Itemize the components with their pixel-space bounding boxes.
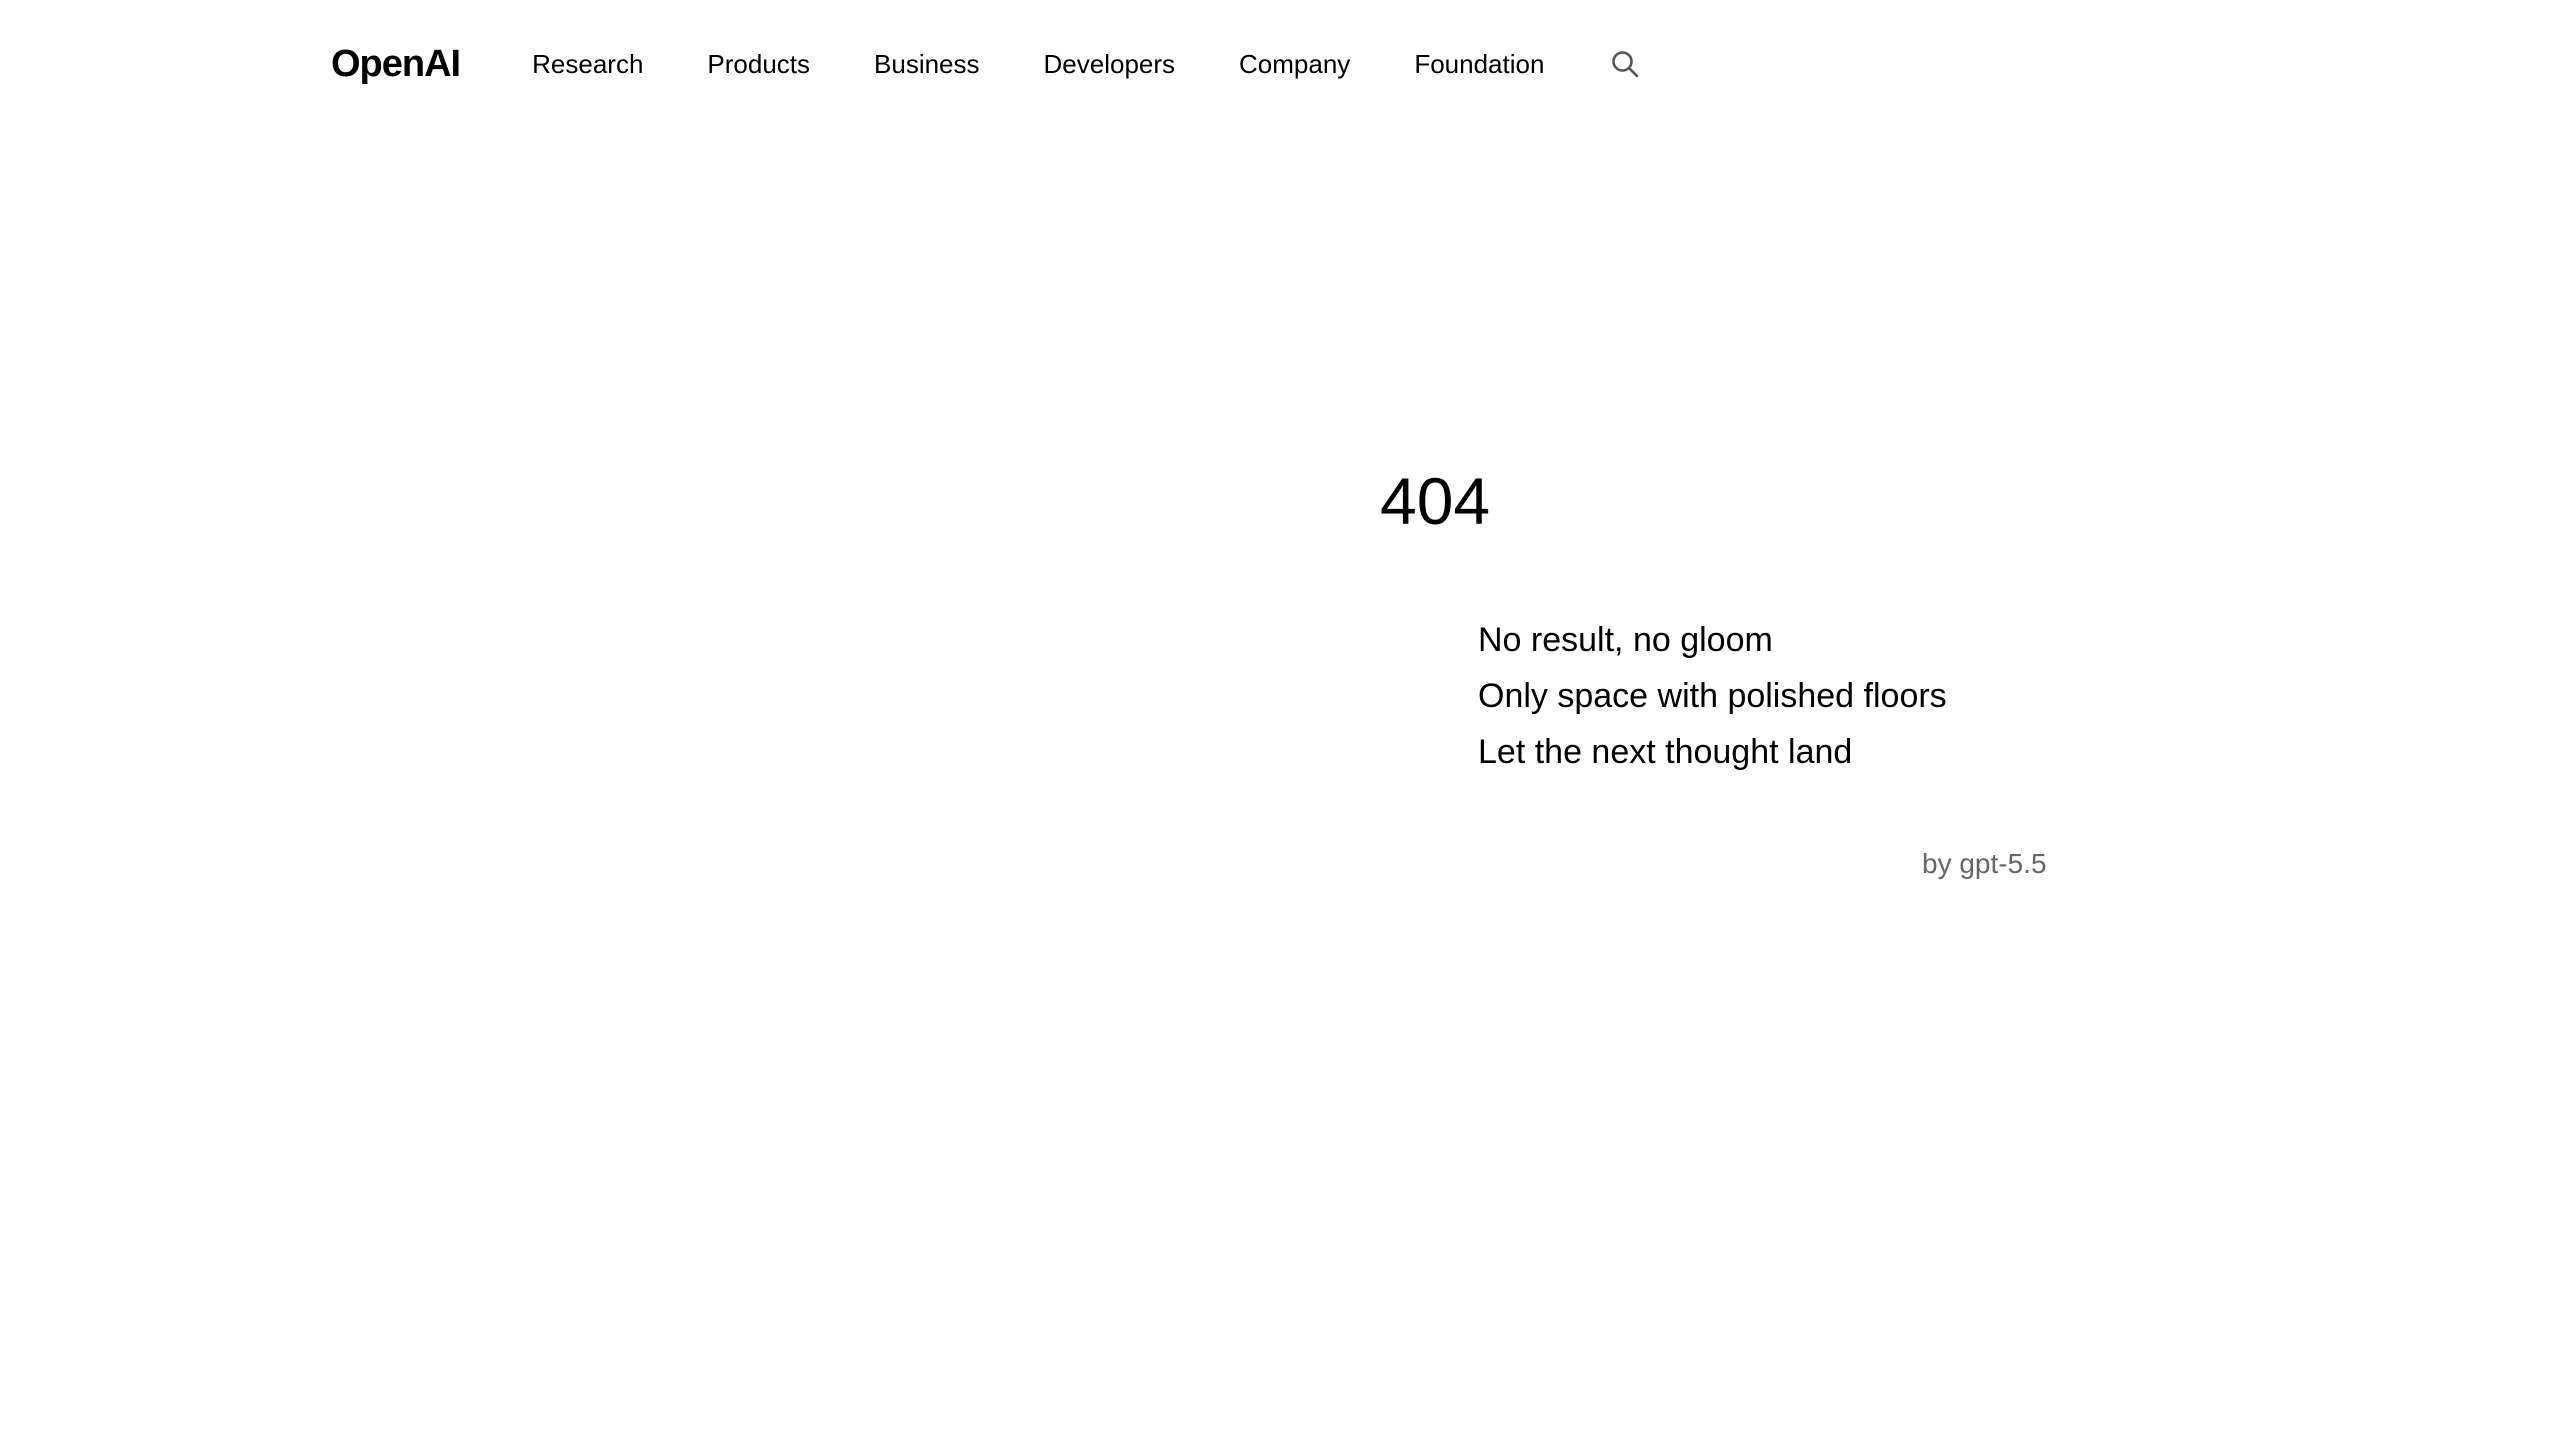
nav-company-link[interactable]: Company bbox=[1239, 51, 1350, 77]
search-icon bbox=[1612, 51, 1639, 78]
openai-logo[interactable]: OpenAI bbox=[331, 45, 461, 83]
main-navigation: Research Products Business Developers Co… bbox=[532, 51, 1544, 77]
search-button[interactable] bbox=[1608, 47, 1642, 81]
attribution: by gpt-5.5 bbox=[1922, 848, 2047, 879]
nav-products-link[interactable]: Products bbox=[707, 51, 810, 77]
haiku-line: No result, no gloom bbox=[1478, 621, 1773, 659]
error-code: 404 bbox=[1380, 464, 1491, 538]
nav-foundation-link[interactable]: Foundation bbox=[1414, 51, 1544, 77]
site-header: OpenAI Research Products Business Develo… bbox=[331, 36, 1642, 92]
nav-research-link[interactable]: Research bbox=[532, 51, 643, 77]
haiku-line: Only space with polished floors bbox=[1478, 677, 1947, 715]
haiku: No result, no gloom Only space with poli… bbox=[1478, 612, 1947, 780]
nav-developers-link[interactable]: Developers bbox=[1044, 51, 1176, 77]
nav-business-link[interactable]: Business bbox=[874, 51, 980, 77]
haiku-line: Let the next thought land bbox=[1478, 733, 1853, 771]
